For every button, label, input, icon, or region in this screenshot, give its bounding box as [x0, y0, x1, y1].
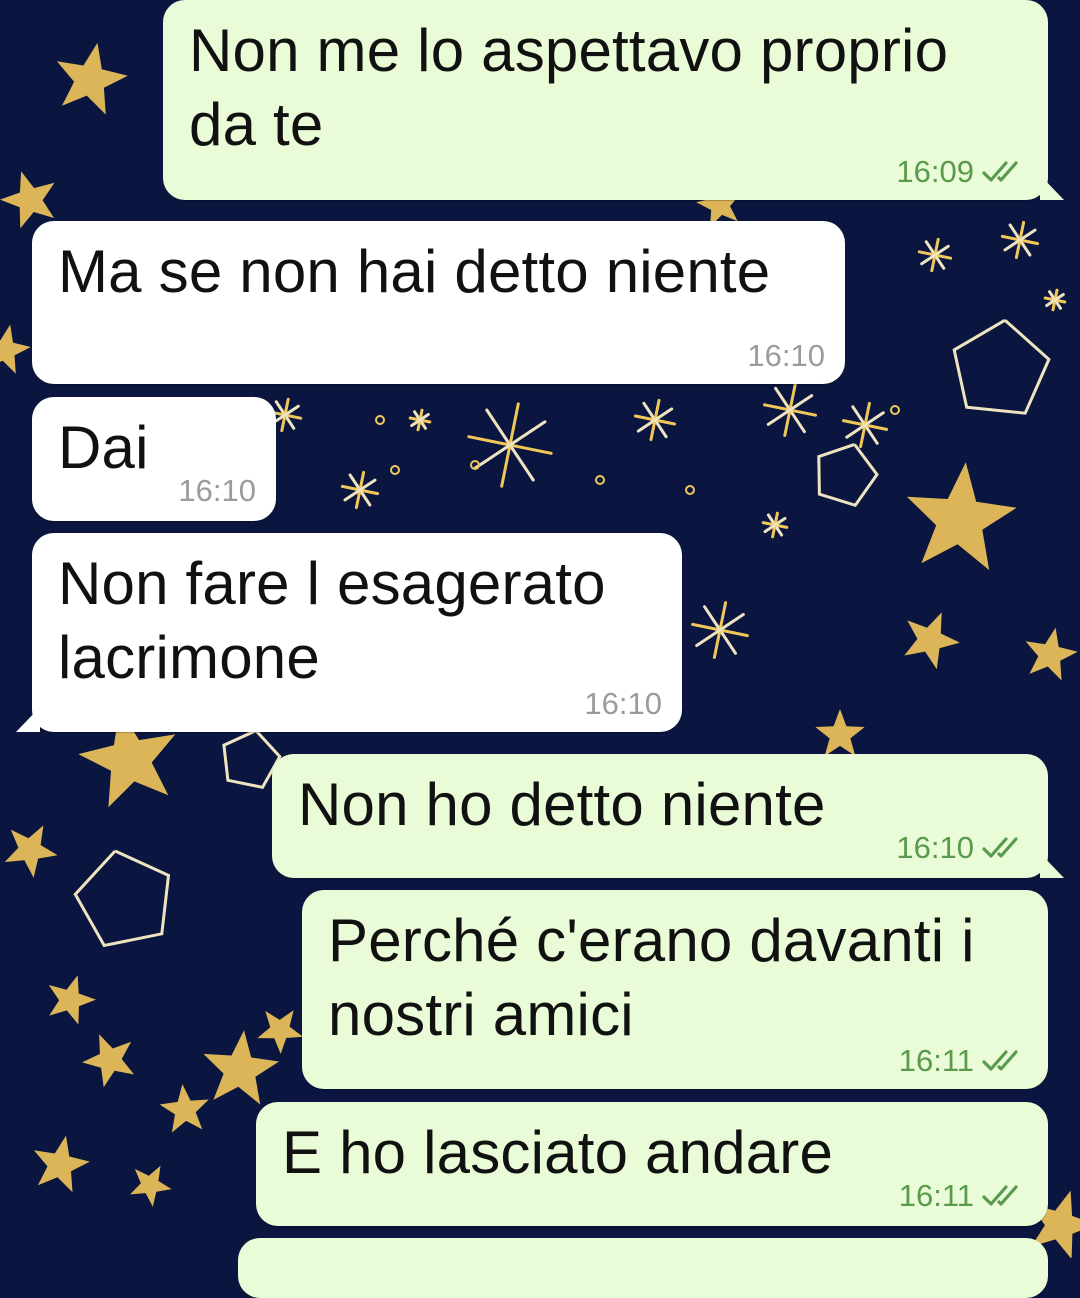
message-time: 16:10: [178, 473, 256, 508]
read-double-tick-icon: [982, 1183, 1028, 1209]
message-time: 16:10: [747, 338, 825, 373]
message-meta: 16:11: [899, 1043, 1028, 1079]
message-line: nostri amici: [328, 981, 634, 1048]
message-bubble-outgoing-partial[interactable]: [238, 1238, 1048, 1298]
message-time: 16:11: [898, 1178, 974, 1213]
message-line: lacrimone: [58, 624, 320, 691]
message-time: 16:10: [896, 830, 974, 865]
message-meta: 16:09: [896, 154, 1028, 190]
message-line: Perché c'erano davanti i: [328, 907, 975, 974]
message-bubble-incoming[interactable]: Ma se non hai detto niente 16:10: [32, 221, 845, 384]
message-bubble-outgoing[interactable]: E ho lasciato andare 16:11: [256, 1102, 1048, 1226]
read-double-tick-icon: [982, 159, 1028, 185]
message-bubble-incoming[interactable]: Dai 16:10: [32, 397, 276, 521]
message-line: Non me lo aspettavo proprio: [189, 17, 949, 84]
read-double-tick-icon: [982, 835, 1028, 861]
message-time: 16:11: [898, 1043, 974, 1078]
message-text: Non me lo aspettavo proprio da te: [189, 14, 1028, 162]
bubble-tail: [16, 707, 40, 732]
message-line: Ma se non hai detto niente: [58, 238, 771, 305]
bubble-tail: [1040, 175, 1064, 200]
message-bubble-incoming[interactable]: Non fare l esagerato lacrimone 16:10: [32, 533, 682, 732]
message-meta: 16:10: [896, 830, 1028, 866]
message-meta: 16:10: [178, 473, 256, 509]
message-line: Non fare l esagerato: [58, 550, 606, 617]
read-double-tick-icon: [982, 1048, 1028, 1074]
message-meta: 16:10: [747, 338, 825, 374]
message-meta: 16:11: [899, 1178, 1028, 1214]
message-text: Perché c'erano davanti i nostri amici: [328, 904, 1028, 1052]
message-time: 16:10: [584, 686, 662, 721]
message-text: Non fare l esagerato lacrimone: [58, 547, 662, 695]
bubble-tail: [1040, 853, 1064, 878]
message-bubble-outgoing[interactable]: Non me lo aspettavo proprio da te 16:09: [163, 0, 1048, 200]
message-text: Ma se non hai detto niente: [58, 235, 825, 309]
message-time: 16:09: [896, 154, 974, 189]
message-line: da te: [189, 91, 324, 158]
message-bubble-outgoing[interactable]: Non ho detto niente 16:10: [272, 754, 1048, 878]
message-meta: 16:10: [584, 686, 662, 722]
message-bubble-outgoing[interactable]: Perché c'erano davanti i nostri amici 16…: [302, 890, 1048, 1089]
